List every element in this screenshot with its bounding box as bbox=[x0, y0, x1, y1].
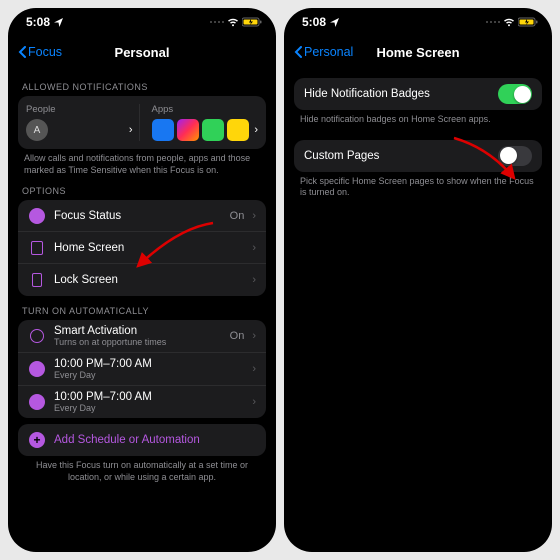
status-time: 5:08 bbox=[302, 15, 326, 29]
allowed-footer: Allow calls and notifications from peopl… bbox=[24, 153, 260, 176]
chevron-left-icon bbox=[18, 46, 26, 58]
clock-icon bbox=[28, 360, 46, 378]
row-label: Custom Pages bbox=[304, 150, 490, 162]
toggle-custom-pages[interactable] bbox=[498, 146, 532, 166]
row-schedule-2[interactable]: 10:00 PM–7:00 AM Every Day › bbox=[18, 386, 266, 418]
auto-group: Smart Activation Turns on at opportune t… bbox=[18, 320, 266, 418]
row-label: 10:00 PM–7:00 AM bbox=[54, 358, 244, 370]
row-value: On bbox=[230, 210, 245, 222]
section-auto-header: TURN ON AUTOMATICALLY bbox=[22, 306, 262, 316]
plus-icon: + bbox=[28, 431, 46, 449]
navbar: Focus Personal bbox=[8, 36, 276, 68]
avatar: A bbox=[26, 119, 48, 141]
group-custom-pages: Custom Pages bbox=[294, 140, 542, 172]
allowed-people[interactable]: People A › bbox=[26, 104, 140, 141]
app-icon-whatsapp bbox=[202, 119, 224, 141]
row-sublabel: Every Day bbox=[54, 403, 244, 413]
status-icon bbox=[28, 207, 46, 225]
back-label: Focus bbox=[28, 45, 62, 59]
page-title: Personal bbox=[115, 45, 170, 60]
chevron-right-icon: › bbox=[252, 242, 256, 254]
location-icon bbox=[330, 18, 339, 27]
app-icon-clock bbox=[227, 119, 249, 141]
section-allowed-header: ALLOWED NOTIFICATIONS bbox=[22, 82, 262, 92]
row-sublabel: Turns on at opportune times bbox=[54, 337, 222, 347]
row-smart-activation[interactable]: Smart Activation Turns on at opportune t… bbox=[18, 320, 266, 353]
custom-pages-footer: Pick specific Home Screen pages to show … bbox=[300, 176, 536, 199]
row-label: Home Screen bbox=[54, 242, 244, 254]
allowed-apps-label: Apps bbox=[152, 104, 259, 115]
chevron-right-icon: › bbox=[129, 124, 133, 136]
content: ALLOWED NOTIFICATIONS People A › Apps bbox=[8, 68, 276, 552]
wifi-icon bbox=[503, 18, 515, 27]
allowed-people-label: People bbox=[26, 104, 133, 115]
phone-left: 5:08 Focus Personal ALLOWED NOTIFICATION… bbox=[8, 8, 276, 552]
chevron-right-icon: › bbox=[252, 363, 256, 375]
wifi-icon bbox=[227, 18, 239, 27]
lock-icon bbox=[28, 271, 46, 289]
row-home-screen[interactable]: Home Screen › bbox=[18, 232, 266, 264]
clock-icon bbox=[28, 393, 46, 411]
chevron-right-icon: › bbox=[254, 124, 258, 136]
section-options-header: OPTIONS bbox=[22, 186, 262, 196]
row-lock-screen[interactable]: Lock Screen › bbox=[18, 264, 266, 296]
row-schedule-1[interactable]: 10:00 PM–7:00 AM Every Day › bbox=[18, 353, 266, 386]
options-group: Focus Status On › Home Screen › Lock Scr… bbox=[18, 200, 266, 296]
app-icon-messenger bbox=[177, 119, 199, 141]
statusbar: 5:08 bbox=[284, 8, 552, 36]
add-group: + Add Schedule or Automation bbox=[18, 424, 266, 456]
row-value: On bbox=[230, 330, 245, 342]
dots-icon bbox=[486, 21, 500, 23]
chevron-right-icon: › bbox=[252, 210, 256, 222]
back-label: Personal bbox=[304, 45, 353, 59]
row-hide-badges[interactable]: Hide Notification Badges bbox=[294, 78, 542, 110]
app-icon-facebook bbox=[152, 119, 174, 141]
chevron-right-icon: › bbox=[252, 396, 256, 408]
battery-icon bbox=[518, 17, 538, 27]
home-icon bbox=[28, 239, 46, 257]
auto-footer: Have this Focus turn on automatically at… bbox=[24, 460, 260, 483]
row-label: Add Schedule or Automation bbox=[54, 434, 256, 446]
statusbar: 5:08 bbox=[8, 8, 276, 36]
group-hide-badges: Hide Notification Badges bbox=[294, 78, 542, 110]
navbar: Personal Home Screen bbox=[284, 36, 552, 68]
allowed-group: People A › Apps › bbox=[18, 96, 266, 149]
status-time: 5:08 bbox=[26, 15, 50, 29]
back-button[interactable]: Focus bbox=[18, 45, 62, 59]
row-label: Hide Notification Badges bbox=[304, 88, 490, 100]
row-custom-pages[interactable]: Custom Pages bbox=[294, 140, 542, 172]
row-label: 10:00 PM–7:00 AM bbox=[54, 391, 244, 403]
battery-icon bbox=[242, 17, 262, 27]
back-button[interactable]: Personal bbox=[294, 45, 353, 59]
chevron-left-icon bbox=[294, 46, 302, 58]
chevron-right-icon: › bbox=[252, 330, 256, 342]
row-focus-status[interactable]: Focus Status On › bbox=[18, 200, 266, 232]
row-label: Lock Screen bbox=[54, 274, 244, 286]
allowed-apps[interactable]: Apps › bbox=[146, 104, 259, 141]
location-icon bbox=[54, 18, 63, 27]
row-add-schedule[interactable]: + Add Schedule or Automation bbox=[18, 424, 266, 456]
power-icon bbox=[28, 327, 46, 345]
row-label: Focus Status bbox=[54, 210, 222, 222]
phone-right: 5:08 Personal Home Screen Hide Notificat… bbox=[284, 8, 552, 552]
row-sublabel: Every Day bbox=[54, 370, 244, 380]
dots-icon bbox=[210, 21, 224, 23]
hide-badges-footer: Hide notification badges on Home Screen … bbox=[300, 114, 536, 126]
chevron-right-icon: › bbox=[252, 274, 256, 286]
toggle-hide-badges[interactable] bbox=[498, 84, 532, 104]
content: Hide Notification Badges Hide notificati… bbox=[284, 68, 552, 552]
row-label: Smart Activation bbox=[54, 325, 222, 337]
page-title: Home Screen bbox=[376, 45, 459, 60]
